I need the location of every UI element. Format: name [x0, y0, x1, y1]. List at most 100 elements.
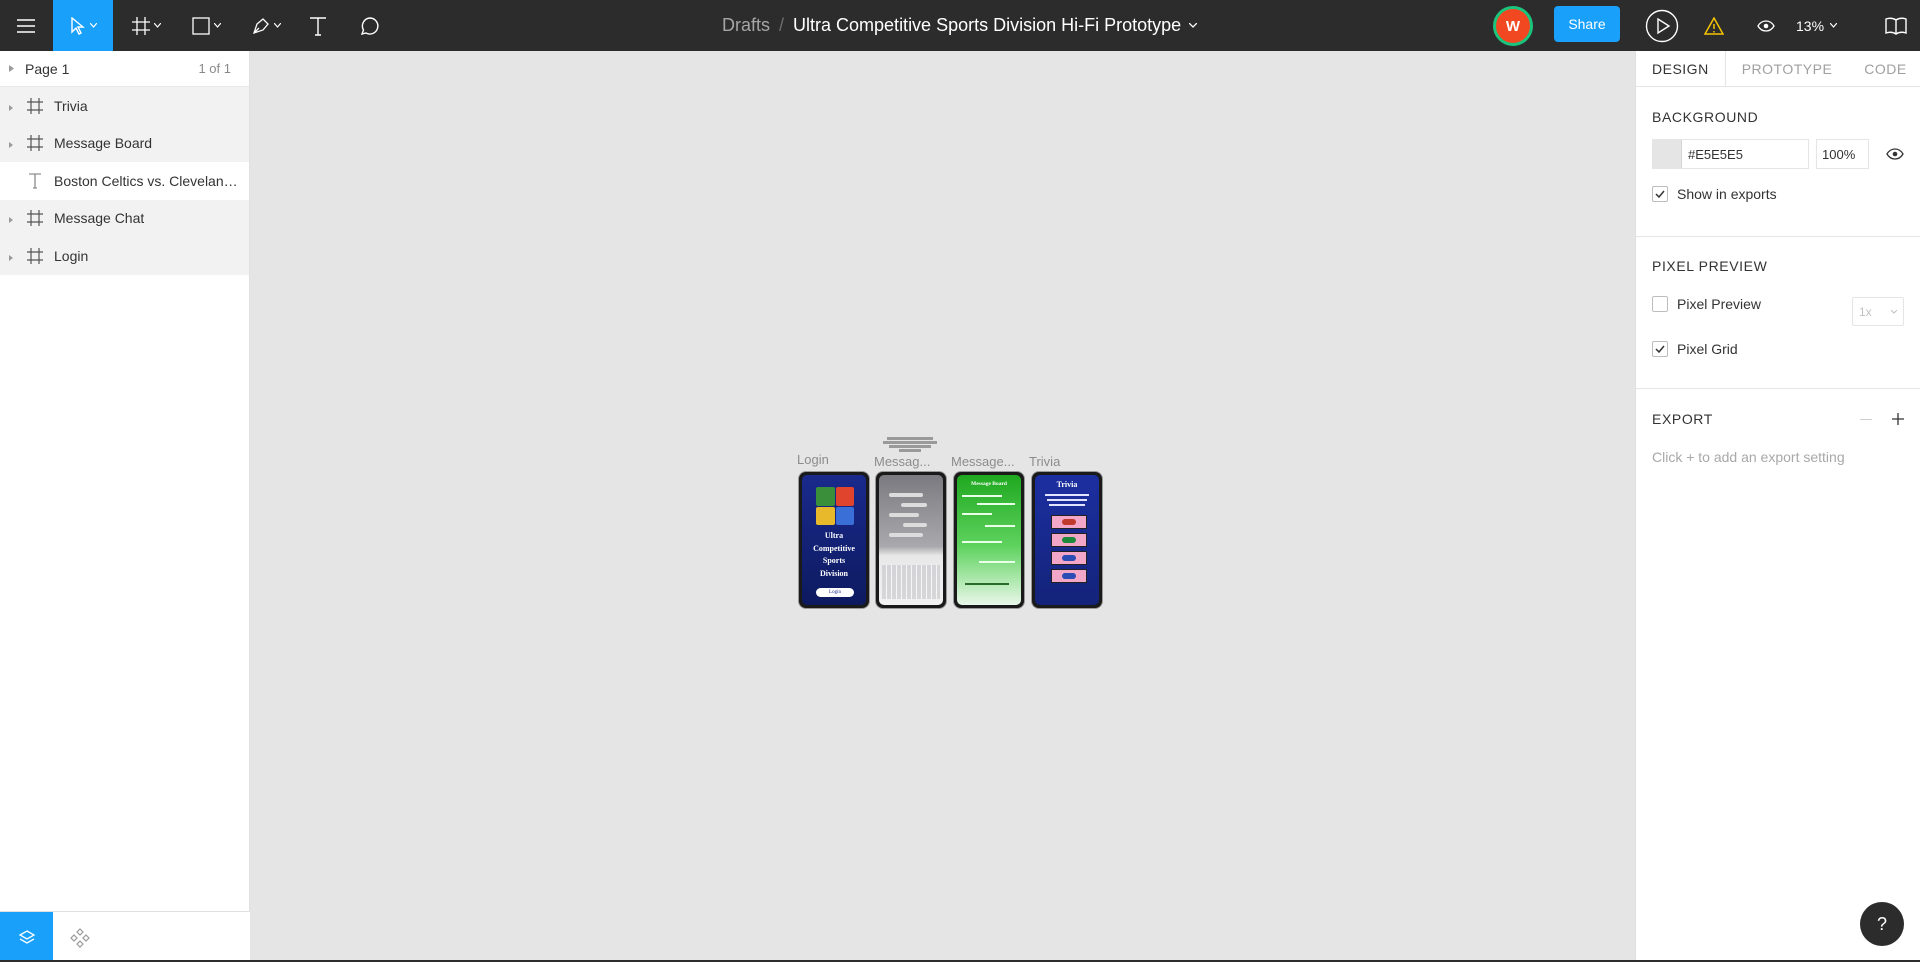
layers-tab-button[interactable] — [0, 912, 53, 962]
frame-message-chat[interactable] — [876, 472, 946, 608]
show-in-exports-row[interactable]: Show in exports — [1652, 179, 1904, 209]
assets-tab-button[interactable] — [60, 912, 100, 962]
pixel-preview-scale-select[interactable]: 1x — [1852, 297, 1904, 326]
background-opacity-field[interactable]: 100% — [1816, 139, 1869, 169]
plus-icon[interactable] — [1892, 413, 1904, 425]
caret-right-icon[interactable] — [9, 217, 13, 224]
warning-icon — [1704, 16, 1724, 35]
layer-name: Message Board — [54, 135, 153, 152]
move-tool-button[interactable] — [53, 0, 113, 51]
comment-tool-button[interactable] — [350, 0, 390, 51]
frame-label-login[interactable]: Login — [797, 452, 829, 467]
layer-name: Trivia — [54, 97, 88, 114]
share-button[interactable]: Share — [1554, 6, 1620, 42]
checkmark-icon — [1655, 190, 1665, 198]
pixel-grid-checkbox[interactable] — [1652, 341, 1668, 357]
trivia-title: Trivia — [1056, 480, 1078, 489]
help-button[interactable]: ? — [1860, 902, 1904, 946]
message-board-screen: Message Board — [957, 475, 1021, 605]
present-button[interactable] — [1640, 0, 1684, 51]
chevron-down-icon — [153, 23, 161, 28]
caret-right-icon[interactable] — [9, 142, 13, 149]
caret-right-icon[interactable] — [9, 104, 13, 111]
text-layer-icon — [29, 173, 41, 189]
export-section: EXPORT Click + to add an export setting — [1636, 389, 1920, 465]
avatar[interactable]: W — [1493, 6, 1533, 46]
tab-prototype[interactable]: PROTOTYPE — [1726, 51, 1849, 87]
frame-icon — [27, 210, 43, 227]
eye-icon[interactable] — [1886, 148, 1904, 160]
pixel-preview-label: Pixel Preview — [1677, 296, 1762, 312]
frame-trivia[interactable]: Trivia — [1032, 472, 1102, 608]
main-menu-button[interactable] — [0, 0, 52, 51]
tab-design[interactable]: DESIGN — [1636, 51, 1726, 87]
chevron-down-icon — [1891, 309, 1897, 314]
chevron-down-icon[interactable] — [1189, 23, 1198, 28]
layer-message-chat[interactable]: Message Chat — [0, 199, 249, 237]
frame-label-message-chat[interactable]: Messag... — [874, 454, 930, 469]
cursor-arrow-icon — [70, 16, 85, 35]
message-chat-screen — [879, 475, 943, 605]
pixel-grid-row[interactable]: Pixel Grid — [1652, 334, 1904, 364]
frame-label-message-board[interactable]: Message... — [951, 454, 1015, 469]
layer-login[interactable]: Login — [0, 237, 249, 275]
pixel-grid-label: Pixel Grid — [1677, 341, 1738, 357]
pixel-preview-heading: PIXEL PREVIEW — [1652, 258, 1768, 274]
color-swatch[interactable] — [1653, 140, 1682, 168]
text-tool-button[interactable] — [298, 0, 338, 51]
frame-label-trivia[interactable]: Trivia — [1029, 454, 1060, 469]
pen-tool-button[interactable] — [238, 0, 294, 51]
page-selector[interactable]: Page 1 1 of 1 — [0, 51, 249, 87]
layer-text-celtics[interactable]: Boston Celtics vs. Cleveland ... — [0, 162, 249, 200]
trivia-screen: Trivia — [1035, 475, 1099, 605]
pixel-preview-section: PIXEL PREVIEW Pixel Preview 1x Pixel Gri… — [1636, 237, 1920, 389]
warning-button[interactable] — [1694, 0, 1734, 51]
pixel-preview-scale: 1x — [1859, 304, 1872, 319]
background-heading: BACKGROUND — [1652, 109, 1759, 125]
frame-icon — [27, 247, 43, 264]
frame-message-board[interactable]: Message Board — [954, 472, 1024, 608]
layer-message-board[interactable]: Message Board — [0, 124, 249, 162]
rectangle-icon — [191, 16, 210, 35]
file-title[interactable]: Drafts / Ultra Competitive Sports Divisi… — [722, 0, 1198, 51]
zoom-dropdown[interactable]: 13% — [1796, 0, 1838, 51]
page-count: 1 of 1 — [198, 61, 231, 76]
export-header: EXPORT — [1652, 389, 1904, 449]
frame-tool-button[interactable] — [118, 0, 174, 51]
layer-trivia[interactable]: Trivia — [0, 87, 249, 125]
show-in-exports-label: Show in exports — [1677, 186, 1777, 202]
shape-tool-button[interactable] — [178, 0, 234, 51]
chevron-down-icon — [1830, 23, 1838, 28]
frame-icon — [27, 135, 43, 152]
frame-login[interactable]: Ultra Competitive Sports Division Login — [799, 472, 869, 608]
background-color-field[interactable]: #E5E5E5 — [1652, 139, 1809, 169]
show-in-exports-checkbox[interactable] — [1652, 186, 1668, 202]
view-settings-button[interactable] — [1746, 0, 1786, 51]
page-name: Page 1 — [25, 60, 70, 77]
eye-icon — [1757, 19, 1775, 32]
caret-right-icon[interactable] — [9, 254, 13, 261]
layer-name: Message Chat — [54, 210, 145, 227]
play-icon — [1645, 9, 1679, 42]
chevron-down-icon — [273, 23, 281, 28]
canvas[interactable]: Login Ultra Competitive Sports Division … — [251, 51, 1634, 962]
comment-icon — [360, 16, 379, 35]
login-button: Login — [816, 588, 854, 597]
hamburger-icon — [17, 18, 35, 33]
avatar-initial: W — [1505, 17, 1521, 35]
remove-export-button[interactable] — [1860, 418, 1872, 420]
tab-code[interactable]: CODE — [1848, 51, 1920, 87]
toolbar: Drafts / Ultra Competitive Sports Divisi… — [0, 0, 1920, 51]
frame-icon — [131, 16, 150, 35]
background-hex[interactable]: #E5E5E5 — [1682, 147, 1743, 162]
message-board-title: Message Board — [971, 481, 1007, 487]
breadcrumb-drafts[interactable]: Drafts — [722, 15, 770, 36]
sports-icons-grid — [816, 487, 854, 525]
panel-tabs: DESIGN PROTOTYPE CODE — [1636, 51, 1920, 87]
file-name[interactable]: Ultra Competitive Sports Division Hi-Fi … — [793, 15, 1181, 36]
pixel-preview-checkbox[interactable] — [1652, 296, 1668, 312]
keyboard-graphic — [882, 565, 940, 599]
library-button[interactable] — [1872, 0, 1920, 51]
celtics-text-layer[interactable] — [877, 436, 943, 453]
frame-icon — [27, 97, 43, 114]
